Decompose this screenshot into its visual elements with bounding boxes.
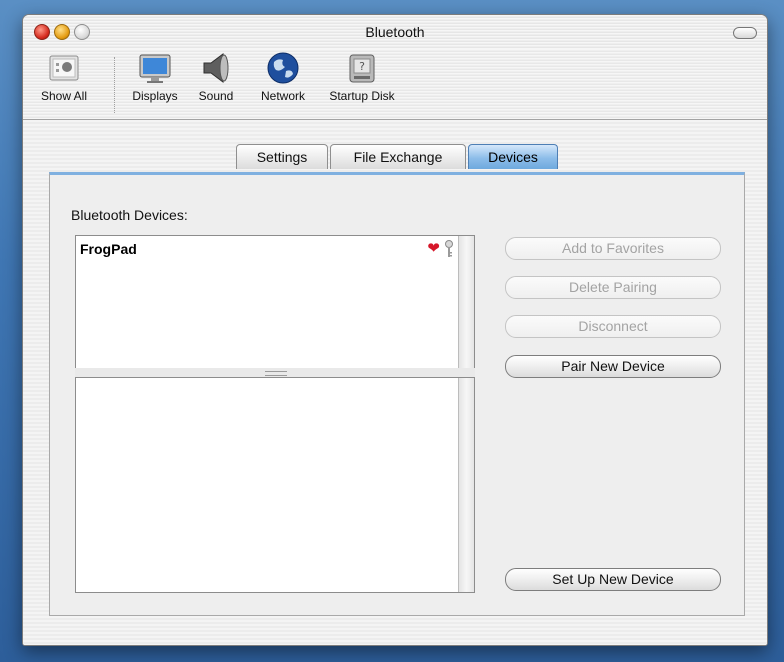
sound-label: Sound	[198, 89, 234, 103]
disconnect-button[interactable]: Disconnect	[505, 315, 721, 338]
show-all-label: Show All	[40, 89, 88, 103]
sound-icon	[203, 53, 229, 83]
show-all-icon	[49, 55, 79, 81]
favorite-heart-icon: ❤	[427, 240, 440, 257]
devices-panel: Bluetooth Devices: FrogPad ❤ Add to Favo…	[49, 172, 745, 616]
network-icon	[267, 52, 299, 84]
displays-icon	[139, 54, 171, 83]
displays-button[interactable]: Displays	[125, 51, 185, 103]
device-name: FrogPad	[80, 241, 137, 257]
network-label: Network	[260, 89, 305, 103]
tab-settings[interactable]: Settings	[236, 144, 328, 169]
network-button[interactable]: Network	[251, 51, 315, 103]
tab-file-exchange[interactable]: File Exchange	[330, 144, 466, 169]
tab-devices[interactable]: Devices	[468, 144, 558, 169]
svg-text:?: ?	[359, 60, 365, 73]
device-list-scrollbar[interactable]	[458, 236, 474, 368]
device-services-list[interactable]	[75, 377, 475, 593]
set-up-new-device-button[interactable]: Set Up New Device	[505, 568, 721, 591]
window-title: Bluetooth	[365, 24, 425, 40]
bluetooth-window: Bluetooth Show All Displays Sound Networ…	[22, 14, 768, 646]
show-all-button[interactable]: Show All	[29, 51, 99, 103]
paired-key-icon	[445, 240, 453, 257]
preference-pane: Settings File Exchange Devices Bluetooth…	[23, 120, 767, 645]
startup-disk-icon: ?	[349, 54, 375, 83]
list-item[interactable]: FrogPad ❤	[80, 240, 456, 260]
services-list-scrollbar[interactable]	[458, 378, 474, 592]
startup-disk-button[interactable]: ? Startup Disk	[321, 51, 403, 103]
toolbar-separator	[114, 57, 115, 113]
device-list[interactable]: FrogPad ❤	[75, 235, 475, 369]
sound-button[interactable]: Sound	[190, 51, 242, 103]
title-bar[interactable]: Bluetooth	[23, 15, 767, 49]
delete-pairing-button[interactable]: Delete Pairing	[505, 276, 721, 299]
add-to-favorites-button[interactable]: Add to Favorites	[505, 237, 721, 260]
list-splitter[interactable]	[75, 368, 475, 377]
startup-disk-label: Startup Disk	[329, 89, 395, 103]
splitter-grip-icon[interactable]	[265, 371, 287, 376]
displays-label: Displays	[132, 89, 178, 103]
toolbar-toggle-button[interactable]	[733, 27, 757, 39]
pair-new-device-button[interactable]: Pair New Device	[505, 355, 721, 378]
toolbar: Show All Displays Sound Network ? Startu…	[23, 49, 767, 120]
bluetooth-devices-label: Bluetooth Devices:	[71, 207, 188, 223]
